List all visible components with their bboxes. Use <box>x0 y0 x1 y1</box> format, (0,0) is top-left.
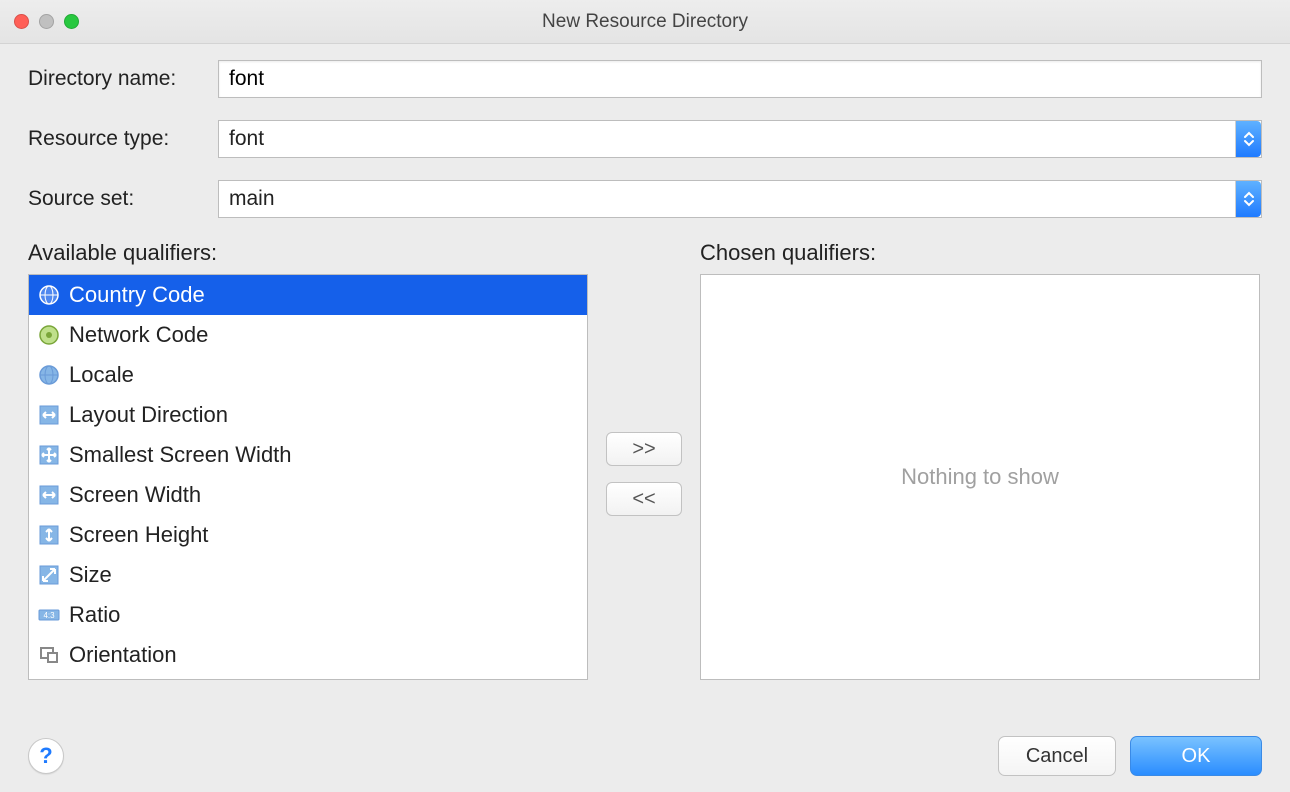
svg-text:4:3: 4:3 <box>43 611 55 620</box>
ok-button[interactable]: OK <box>1130 736 1262 776</box>
arrows-v-icon <box>37 523 61 547</box>
source-set-label: Source set: <box>28 187 218 211</box>
close-icon[interactable] <box>14 14 29 29</box>
dropdown-stepper-icon <box>1235 181 1261 217</box>
chosen-empty-text: Nothing to show <box>901 464 1059 490</box>
minimize-icon[interactable] <box>39 14 54 29</box>
titlebar: New Resource Directory <box>0 0 1290 44</box>
add-qualifier-button[interactable]: >> <box>606 432 682 466</box>
available-qualifier-item[interactable]: Size <box>29 555 587 595</box>
globe-icon <box>37 363 61 387</box>
qualifier-label: Size <box>69 562 112 588</box>
chosen-qualifiers-list[interactable]: Nothing to show <box>700 274 1260 680</box>
resource-type-label: Resource type: <box>28 127 218 151</box>
window-controls <box>14 14 79 29</box>
resource-type-value: font <box>229 127 1235 151</box>
directory-name-input[interactable] <box>218 60 1262 98</box>
available-qualifier-item[interactable]: Smallest Screen Width <box>29 435 587 475</box>
directory-name-label: Directory name: <box>28 67 218 91</box>
qualifier-label: Layout Direction <box>69 402 228 428</box>
available-qualifier-item[interactable]: Screen Height <box>29 515 587 555</box>
qualifier-label: Screen Height <box>69 522 208 548</box>
expand-icon <box>37 563 61 587</box>
available-qualifier-item[interactable]: Layout Direction <box>29 395 587 435</box>
qualifier-label: Country Code <box>69 282 205 308</box>
source-set-value: main <box>229 187 1235 211</box>
available-qualifiers-list[interactable]: Country Code Network Code Locale Layout Dir… <box>28 274 588 680</box>
available-qualifier-item[interactable]: Country Code <box>29 275 587 315</box>
maximize-icon[interactable] <box>64 14 79 29</box>
ratio-icon: 4:3 <box>37 603 61 627</box>
arrows-h-icon <box>37 483 61 507</box>
device-icon <box>37 643 61 667</box>
available-qualifier-item[interactable]: Network Code <box>29 315 587 355</box>
source-set-dropdown[interactable]: main <box>218 180 1262 218</box>
available-qualifier-item[interactable]: Locale <box>29 355 587 395</box>
chosen-qualifiers-heading: Chosen qualifiers: <box>700 240 1260 266</box>
available-qualifiers-heading: Available qualifiers: <box>28 240 588 266</box>
available-qualifier-item[interactable]: 4:3 Ratio <box>29 595 587 635</box>
qualifier-label: Orientation <box>69 642 177 668</box>
available-qualifier-item[interactable]: Orientation <box>29 635 587 675</box>
qualifier-label: Locale <box>69 362 134 388</box>
qualifier-label: Screen Width <box>69 482 201 508</box>
available-qualifier-item[interactable]: Screen Width <box>29 475 587 515</box>
resource-type-dropdown[interactable]: font <box>218 120 1262 158</box>
window-title: New Resource Directory <box>0 11 1290 33</box>
globe-flag-icon <box>37 283 61 307</box>
help-button[interactable]: ? <box>28 738 64 774</box>
remove-qualifier-button[interactable]: << <box>606 482 682 516</box>
qualifier-label: Ratio <box>69 602 120 628</box>
dropdown-stepper-icon <box>1235 121 1261 157</box>
qualifier-label: Smallest Screen Width <box>69 442 292 468</box>
network-icon <box>37 323 61 347</box>
arrows-h-icon <box>37 403 61 427</box>
qualifier-label: Network Code <box>69 322 208 348</box>
arrows-4-icon <box>37 443 61 467</box>
cancel-button[interactable]: Cancel <box>998 736 1116 776</box>
